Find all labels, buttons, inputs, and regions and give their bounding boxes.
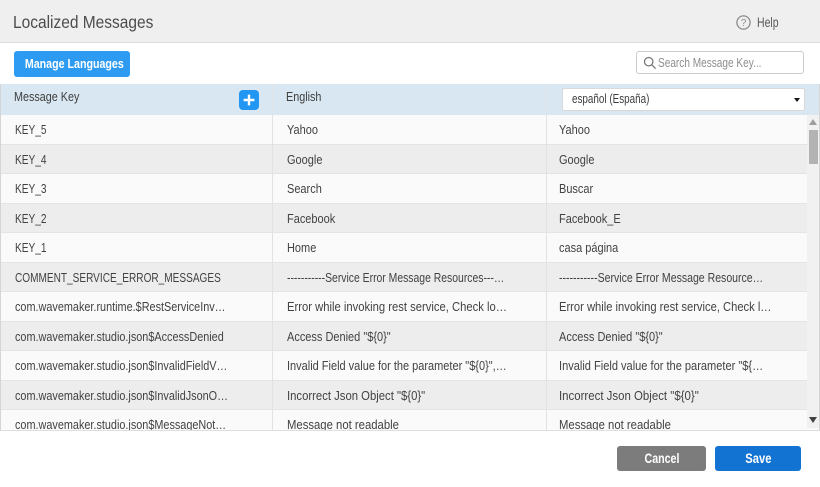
svg-text:?: ? [741, 18, 747, 29]
